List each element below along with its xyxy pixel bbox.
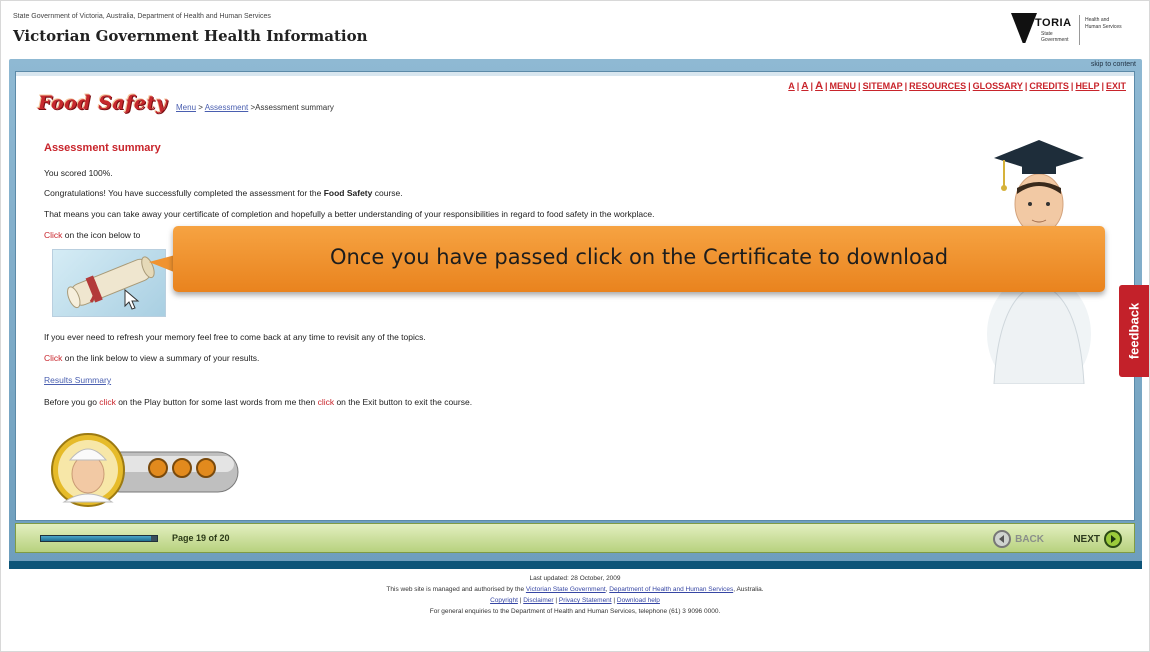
score-text: You scored 100%. bbox=[44, 168, 113, 178]
certificate-text: That means you can take away your certif… bbox=[44, 209, 655, 219]
disclaimer-link[interactable]: Disclaimer bbox=[523, 597, 553, 604]
site-title[interactable]: Victorian Government Health Information bbox=[13, 27, 368, 45]
progress-fill bbox=[41, 536, 152, 541]
victorian-government-link[interactable]: Victorian State Government bbox=[526, 586, 606, 593]
results-summary-link[interactable]: Results Summary bbox=[44, 375, 111, 385]
managed-by-text: This web site is managed and authorised … bbox=[386, 586, 764, 593]
victoria-map-icon bbox=[1011, 13, 1037, 43]
feedback-label: feedback bbox=[1126, 302, 1142, 360]
privacy-statement-link[interactable]: Privacy Statement bbox=[559, 597, 612, 604]
content-panel: A | A | A | MENU | SITEMAP | RESOURCES | GLOSSARY | CR… bbox=[15, 71, 1135, 521]
back-button[interactable]: BACK bbox=[993, 530, 1044, 548]
exit-link[interactable]: EXIT bbox=[1106, 81, 1126, 91]
top-links: A | A | A | MENU | SITEMAP | RESOURCES | GLOSSARY | CR… bbox=[788, 80, 1126, 92]
instruction-callout: Once you have passed click on the Certif… bbox=[173, 226, 1105, 292]
next-arrow-icon bbox=[1104, 530, 1122, 548]
download-help-link[interactable]: Download help bbox=[617, 597, 660, 604]
resources-link[interactable]: RESOURCES bbox=[909, 81, 966, 91]
last-updated: Last updated: 28 October, 2009 bbox=[529, 575, 621, 582]
refresh-text: If you ever need to refresh your memory … bbox=[44, 332, 426, 342]
footer-links: Copyright | Disclaimer | Privacy Stateme… bbox=[490, 597, 660, 604]
frame-bottom-strip bbox=[9, 561, 1142, 569]
site-footer: Last updated: 28 October, 2009 This web … bbox=[1, 573, 1149, 617]
text-size-small-link[interactable]: A bbox=[788, 81, 795, 91]
breadcrumb-current: >Assessment summary bbox=[248, 103, 334, 112]
back-arrow-icon bbox=[993, 530, 1012, 548]
victoria-logo-word: TORIA bbox=[1035, 17, 1072, 29]
next-button[interactable]: NEXT bbox=[1073, 530, 1122, 548]
feedback-tab[interactable]: feedback bbox=[1119, 285, 1149, 377]
sitemap-link[interactable]: SITEMAP bbox=[863, 81, 903, 91]
course-name: Food Safety bbox=[323, 188, 373, 198]
skip-to-content-link[interactable]: skip to content bbox=[1091, 61, 1136, 68]
credits-link[interactable]: CREDITS bbox=[1029, 81, 1069, 91]
breadcrumb-menu-link[interactable]: Menu bbox=[176, 103, 196, 112]
before-you-go-text: Before you go click on the Play button f… bbox=[44, 397, 473, 407]
victoria-logo[interactable]: TORIA State Government Health and Human … bbox=[1011, 11, 1131, 53]
progress-bar bbox=[40, 535, 158, 542]
department-logo-text: Health and Human Services bbox=[1085, 17, 1122, 30]
breadcrumb-separator: > bbox=[196, 103, 205, 112]
results-instruction: Click on the link below to view a summar… bbox=[44, 353, 260, 363]
pause-button[interactable] bbox=[172, 458, 192, 478]
gov-line: State Government of Victoria, Australia,… bbox=[13, 13, 271, 20]
callout-text: Once you have passed click on the Certif… bbox=[329, 245, 949, 269]
panel-top-bar bbox=[16, 72, 1134, 76]
breadcrumb: Menu > Assessment >Assessment summary bbox=[176, 103, 334, 112]
course-frame: skip to content A | A | A | MENU | SITEMAP | RESOU… bbox=[9, 59, 1142, 567]
page: State Government of Victoria, Australia,… bbox=[0, 0, 1150, 652]
logo-divider bbox=[1079, 15, 1080, 45]
text-size-medium-link[interactable]: A bbox=[801, 81, 808, 92]
audio-player bbox=[50, 430, 240, 510]
back-label: BACK bbox=[1015, 533, 1044, 545]
site-header: State Government of Victoria, Australia,… bbox=[1, 1, 1149, 59]
department-link[interactable]: Department of Health and Human Services bbox=[609, 586, 733, 593]
text-size-large-link[interactable]: A bbox=[815, 80, 823, 92]
stop-button[interactable] bbox=[196, 458, 216, 478]
food-safety-logo: Food Safety bbox=[38, 92, 168, 114]
help-link[interactable]: HELP bbox=[1075, 81, 1099, 91]
next-label: NEXT bbox=[1073, 533, 1100, 545]
breadcrumb-assessment-link[interactable]: Assessment bbox=[205, 103, 249, 112]
glossary-link[interactable]: GLOSSARY bbox=[973, 81, 1023, 91]
certificate-icon[interactable] bbox=[52, 249, 166, 317]
page-indicator: Page 19 of 20 bbox=[172, 533, 230, 543]
course-navbar: Page 19 of 20 BACK NEXT bbox=[15, 523, 1135, 553]
congrats-text: Congratulations! You have successfully c… bbox=[44, 188, 403, 198]
icon-instruction: Click on the icon below to bbox=[44, 230, 141, 240]
page-title: Assessment summary bbox=[44, 142, 161, 154]
enquiries-text: For general enquiries to the Department … bbox=[429, 608, 721, 615]
play-button[interactable] bbox=[148, 458, 168, 478]
menu-link[interactable]: MENU bbox=[830, 81, 857, 91]
victoria-logo-sub: State Government bbox=[1041, 31, 1069, 43]
copyright-link[interactable]: Copyright bbox=[490, 597, 518, 604]
